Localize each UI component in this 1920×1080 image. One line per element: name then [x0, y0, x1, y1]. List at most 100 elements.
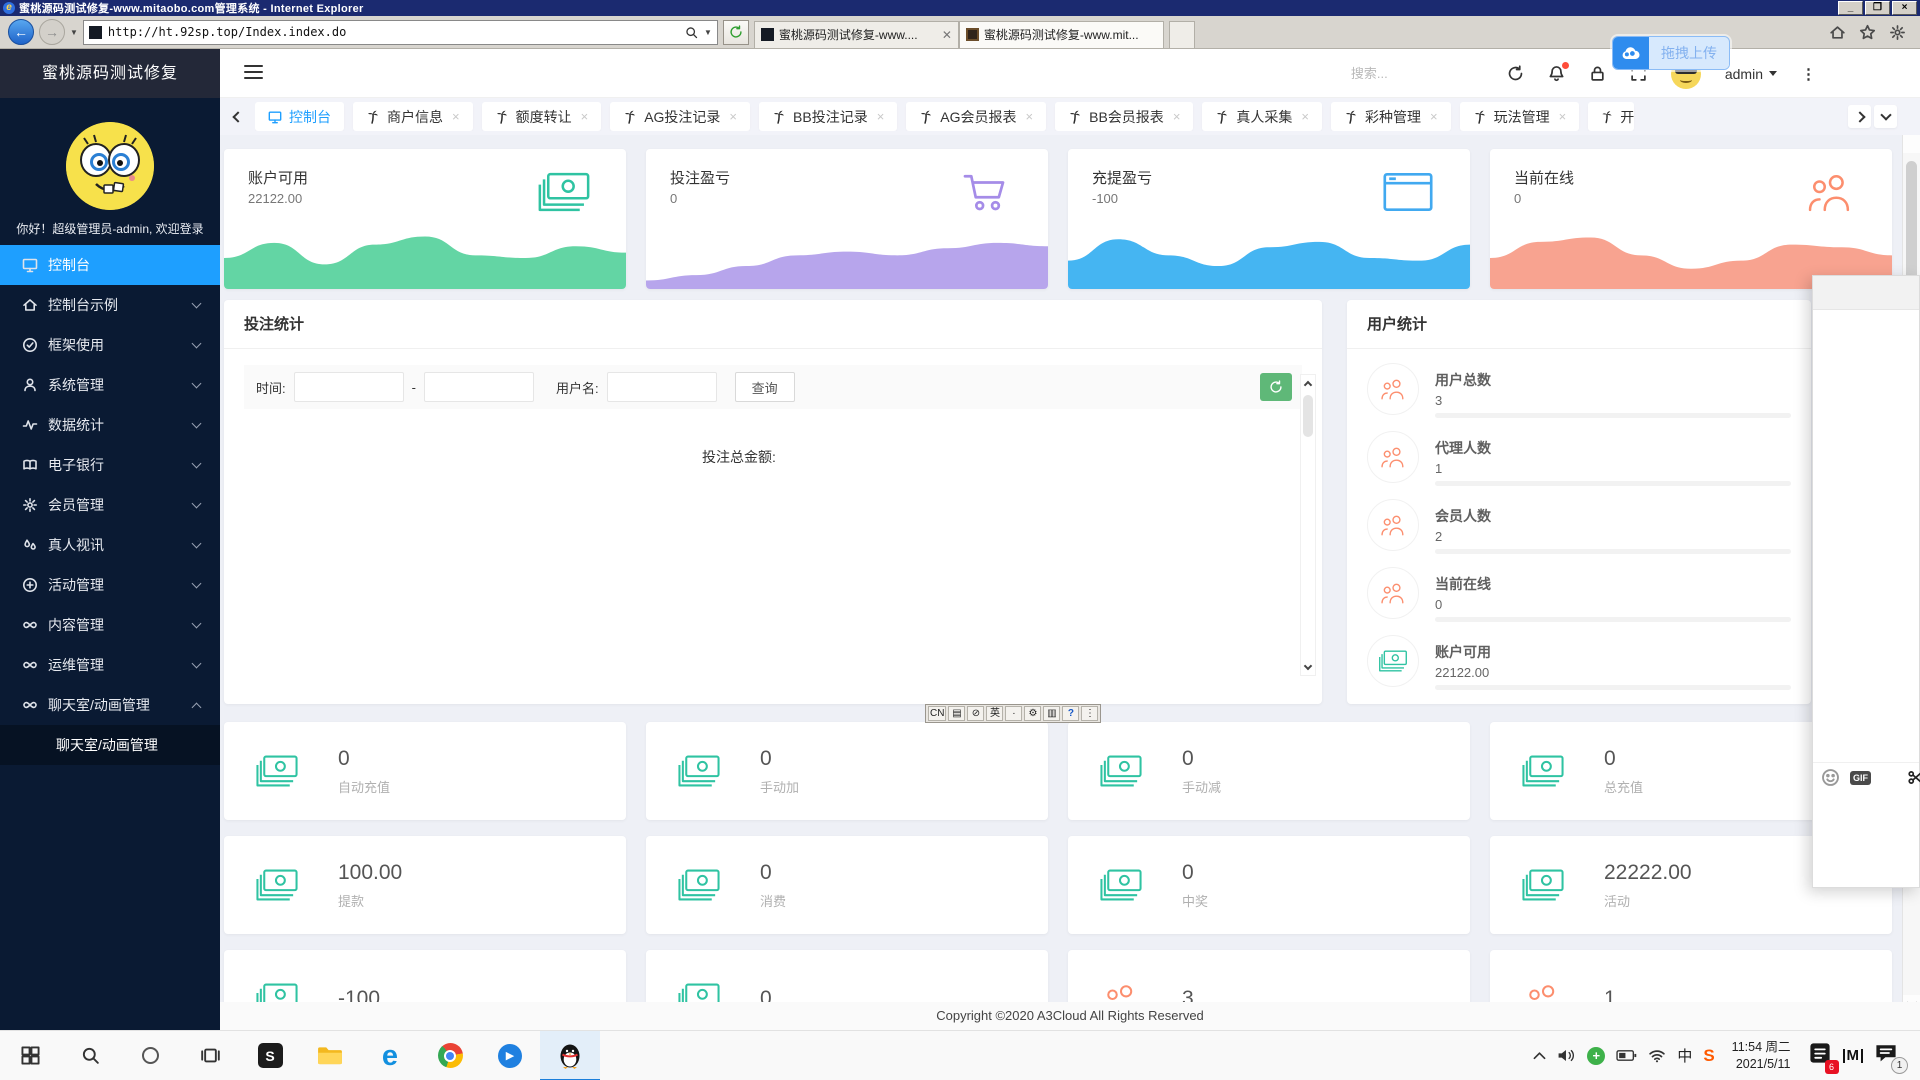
ime-button-4[interactable]: · — [1005, 706, 1023, 721]
tab-close-icon[interactable]: × — [1430, 109, 1438, 124]
sidebar-item-电子银行[interactable]: 电子银行 — [0, 445, 220, 485]
clock[interactable]: 11:54 周二 2021/5/11 — [1732, 1039, 1791, 1072]
ime-button-8[interactable]: ⋮ — [1081, 706, 1099, 721]
smiley-icon[interactable] — [1821, 768, 1840, 787]
file-explorer-icon[interactable] — [300, 1031, 360, 1080]
sidebar-item-系统管理[interactable]: 系统管理 — [0, 365, 220, 405]
ime-button-1[interactable]: ▤ — [948, 706, 966, 721]
sidebar-item-聊天室/动画管理[interactable]: 聊天室/动画管理 — [0, 685, 220, 725]
admin-menu[interactable]: admin — [1725, 66, 1777, 82]
chrome-icon[interactable] — [420, 1031, 480, 1080]
app-tab-彩种管理[interactable]: 彩种管理 × — [1331, 102, 1451, 131]
tabs-scroll-right-button[interactable] — [1848, 105, 1871, 128]
new-tab-stub[interactable] — [1168, 20, 1195, 48]
sidebar-item-控制台示例[interactable]: 控制台示例 — [0, 285, 220, 325]
ime-button-5[interactable]: ⚙ — [1024, 706, 1042, 721]
sidebar-item-数据统计[interactable]: 数据统计 — [0, 405, 220, 445]
forward-button[interactable]: → — [39, 19, 65, 45]
tab-close-icon[interactable]: × — [1026, 109, 1034, 124]
sidebar-item-控制台[interactable]: 控制台 — [0, 245, 220, 285]
qq-app-icon[interactable] — [540, 1030, 600, 1080]
refresh-icon[interactable] — [1507, 65, 1524, 82]
cortana-button[interactable] — [120, 1031, 180, 1080]
app-tab-BB会员报表[interactable]: BB会员报表 × — [1055, 102, 1194, 131]
sidebar-item-活动管理[interactable]: 活动管理 — [0, 565, 220, 605]
ime-button-3[interactable]: 英 — [986, 706, 1004, 721]
tab-close-icon[interactable]: × — [581, 109, 589, 124]
search-input[interactable] — [1350, 66, 1483, 81]
media-player-icon[interactable]: ▶ — [480, 1031, 540, 1080]
favorites-star-icon[interactable] — [1859, 24, 1876, 41]
gif-icon[interactable]: GIF — [1850, 770, 1871, 785]
time-to-input[interactable] — [423, 372, 534, 402]
ime-button-6[interactable]: ▥ — [1043, 706, 1061, 721]
action-center-icon[interactable]: 1 — [1874, 1042, 1908, 1074]
sidebar-item-真人视讯[interactable]: 真人视讯 — [0, 525, 220, 565]
scroll-down-icon[interactable] — [1301, 659, 1315, 675]
task-view-button[interactable] — [180, 1031, 240, 1080]
time-from-input[interactable] — [293, 372, 404, 402]
address-dropdown-icon[interactable]: ▼ — [704, 28, 712, 37]
refresh-green-button[interactable] — [1260, 373, 1292, 401]
app-tab-BB投注记录[interactable]: BB投注记录 × — [759, 102, 898, 131]
drag-upload-widget[interactable]: 拖拽上传 — [1612, 36, 1730, 70]
restore-button[interactable]: ❐ — [1865, 1, 1890, 15]
sogou-tray-icon[interactable]: S — [1703, 1046, 1714, 1066]
app-tab-开[interactable]: 开 — [1588, 102, 1635, 131]
message-center-icon[interactable]: 6 — [1808, 1041, 1839, 1074]
nav-dropdown-icon[interactable]: ▼ — [70, 28, 78, 37]
app-tab-真人采集[interactable]: 真人采集 × — [1202, 102, 1322, 131]
notifications-bell-icon[interactable] — [1548, 62, 1569, 82]
settings-gear-icon[interactable] — [1889, 24, 1906, 41]
app-tab-额度转让[interactable]: 额度转让 × — [481, 102, 602, 131]
scissors-icon[interactable] — [1907, 769, 1920, 786]
sidebar-item-运维管理[interactable]: 运维管理 — [0, 645, 220, 685]
start-button[interactable] — [0, 1031, 60, 1080]
search-icon[interactable] — [685, 26, 698, 39]
ime-button-7[interactable]: ? — [1062, 706, 1080, 721]
tab-close-icon[interactable]: × — [877, 109, 885, 124]
tab-close-icon[interactable]: × — [452, 109, 460, 124]
app-tab-商户信息[interactable]: 商户信息 × — [353, 102, 473, 131]
ime-button-2[interactable]: ⊘ — [967, 706, 985, 721]
sidebar-item-框架使用[interactable]: 框架使用 — [0, 325, 220, 365]
scroll-thumb[interactable] — [1303, 395, 1313, 437]
address-bar[interactable]: http://ht.92sp.top/Index.index.do ▼ — [82, 19, 718, 45]
app-tab-玩法管理[interactable]: 玩法管理 × — [1459, 102, 1580, 131]
tab-close-icon[interactable]: ✕ — [942, 28, 952, 42]
url-text[interactable]: http://ht.92sp.top/Index.index.do — [108, 25, 679, 39]
tabs-menu-button[interactable] — [1874, 105, 1897, 128]
wifi-icon[interactable] — [1648, 1048, 1666, 1063]
ime-lang-indicator[interactable]: 中 — [1677, 1045, 1692, 1066]
scroll-up-icon[interactable] — [1301, 375, 1315, 391]
tab-close-icon[interactable]: × — [1173, 109, 1181, 124]
battery-icon[interactable] — [1616, 1049, 1637, 1062]
ime-button-0[interactable]: CN — [928, 706, 947, 721]
page-scroll-up-icon[interactable] — [1903, 135, 1920, 153]
username-input[interactable] — [606, 372, 717, 402]
minimize-button[interactable]: _ — [1838, 1, 1863, 15]
edge-icon[interactable]: e — [360, 1031, 420, 1080]
browser-tab[interactable]: 蜜桃源码测试修复-www.... ✕ — [753, 20, 959, 48]
query-button[interactable]: 查询 — [734, 372, 795, 402]
panel-scrollbar[interactable] — [1300, 374, 1316, 676]
tray-expand-icon[interactable] — [1533, 1051, 1546, 1060]
tab-close-icon[interactable]: × — [1301, 109, 1309, 124]
home-icon[interactable] — [1829, 24, 1846, 41]
taskbar-search-button[interactable] — [60, 1031, 120, 1080]
browser-tab[interactable]: 蜜桃源码测试修复-www.mit... — [958, 20, 1164, 48]
volume-icon[interactable] — [1557, 1048, 1576, 1063]
antivirus-tray-icon[interactable]: + — [1587, 1046, 1606, 1065]
back-button[interactable]: ← — [8, 19, 34, 45]
more-menu-icon[interactable]: ⋮ — [1801, 65, 1816, 83]
tab-close-icon[interactable]: × — [1559, 109, 1567, 124]
refresh-compat-button[interactable] — [722, 19, 749, 45]
app-tab-控制台[interactable]: 控制台 — [255, 102, 344, 131]
app-tab-AG会员报表[interactable]: AG会员报表 × — [906, 102, 1047, 131]
page-scroll-thumb[interactable] — [1906, 161, 1917, 281]
close-button[interactable]: × — [1892, 1, 1917, 15]
lock-icon[interactable] — [1589, 65, 1606, 82]
app-tab-AG投注记录[interactable]: AG投注记录 × — [610, 102, 751, 131]
sidebar-item-内容管理[interactable]: 内容管理 — [0, 605, 220, 645]
sidebar-item-会员管理[interactable]: 会员管理 — [0, 485, 220, 525]
